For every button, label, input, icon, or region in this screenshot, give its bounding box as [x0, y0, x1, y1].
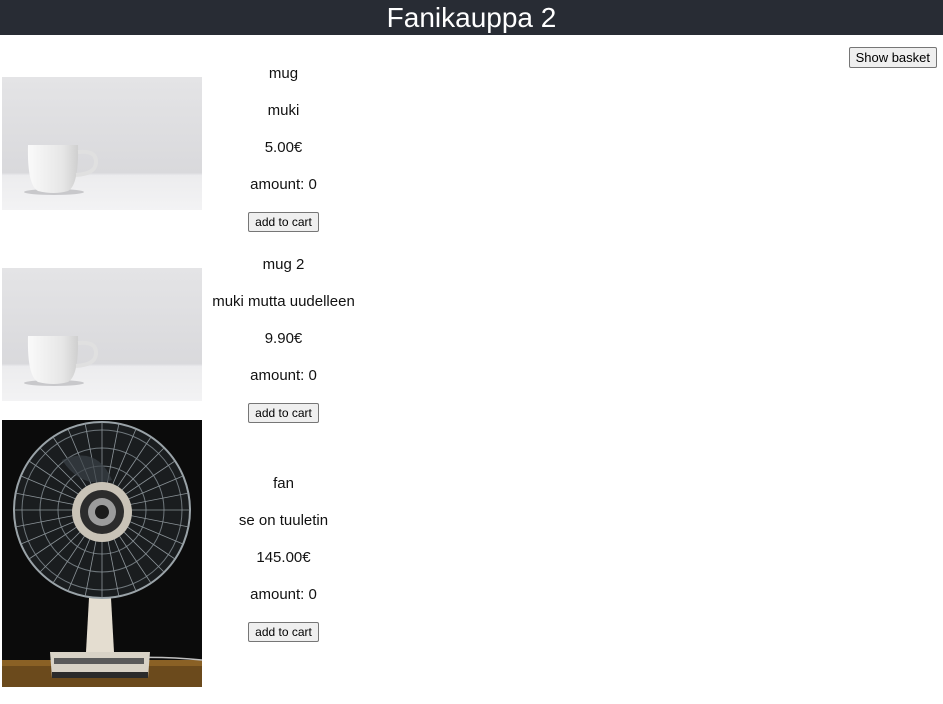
mug-image	[2, 77, 202, 210]
product-info: mug muki 5.00€ amount: 0 add to cart	[202, 55, 365, 232]
add-to-cart-button[interactable]: add to cart	[248, 212, 319, 232]
add-to-cart-button[interactable]: add to cart	[248, 622, 319, 642]
product-price: 9.90€	[264, 330, 303, 347]
product-amount: amount: 0	[250, 586, 317, 603]
product-description: se on tuuletin	[238, 512, 329, 529]
product-info: mug 2 muki mutta uudelleen 9.90€ amount:…	[202, 246, 365, 423]
fan-image	[2, 420, 202, 687]
product-item: fan se on tuuletin 145.00€ amount: 0 add…	[2, 420, 365, 687]
product-name: mug 2	[262, 256, 305, 273]
product-name: fan	[273, 475, 294, 492]
product-amount: amount: 0	[250, 367, 317, 384]
product-amount: amount: 0	[250, 176, 317, 193]
product-item: mug muki 5.00€ amount: 0 add to cart	[2, 55, 365, 232]
page-title: Fanikauppa 2	[386, 2, 557, 33]
mug-image	[2, 268, 202, 401]
product-description: muki	[267, 102, 300, 119]
product-name: mug	[268, 65, 299, 82]
product-price: 145.00€	[256, 549, 311, 566]
product-price: 5.00€	[264, 139, 303, 156]
app-header: Fanikauppa 2	[0, 0, 943, 35]
product-description: muki mutta uudelleen	[212, 293, 355, 310]
show-basket-button[interactable]: Show basket	[848, 47, 937, 68]
product-info: fan se on tuuletin 145.00€ amount: 0 add…	[202, 465, 365, 642]
product-item: mug 2 muki mutta uudelleen 9.90€ amount:…	[2, 246, 365, 423]
